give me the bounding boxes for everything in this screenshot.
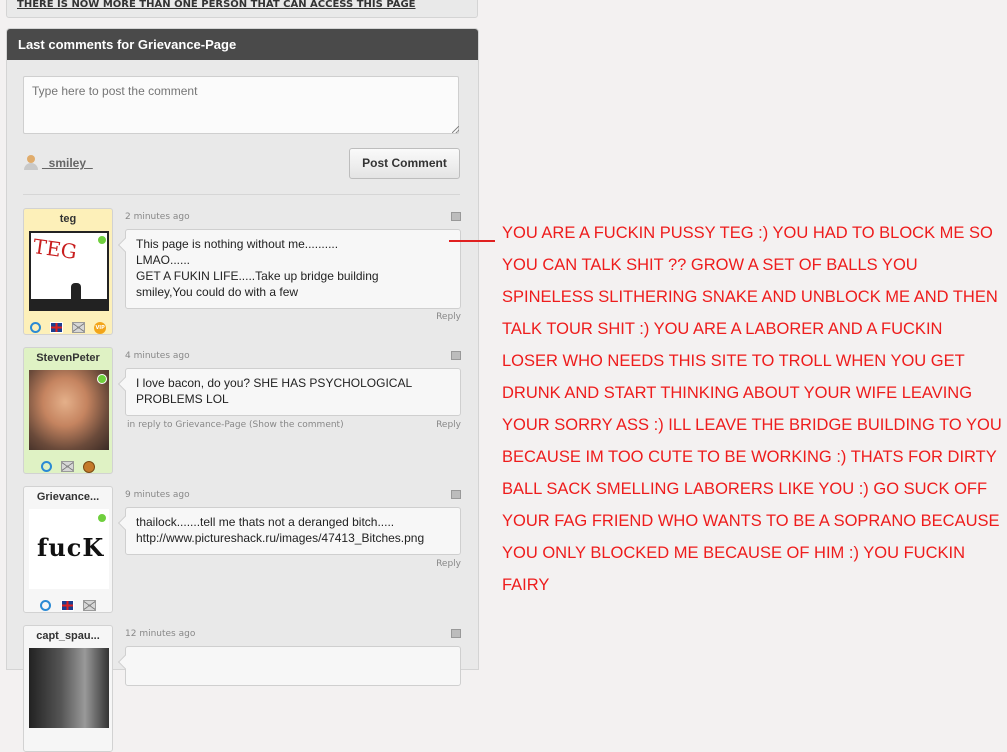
report-icon[interactable] (451, 351, 461, 360)
comment-author[interactable]: capt_spau... (24, 630, 112, 642)
mail-icon[interactable] (72, 322, 86, 333)
report-icon[interactable] (451, 212, 461, 221)
access-notice-bar: THERE IS NOW MORE THAN ONE PERSON THAT C… (6, 0, 478, 18)
comment-text (125, 646, 461, 686)
online-status-icon (97, 374, 107, 384)
annotation-text: YOU ARE A FUCKIN PUSSY TEG :) YOU HAD TO… (502, 224, 1002, 594)
avatar-logo-text: fucK (37, 533, 105, 562)
comments-panel: Last comments for Grievance-Page _smiley… (6, 28, 479, 752)
comment-time: 9 minutes ago (125, 490, 190, 500)
comment-input[interactable] (23, 76, 459, 134)
comment-time: 2 minutes ago (125, 212, 190, 222)
comment-text: thailock.......tell me thats not a deran… (125, 507, 461, 555)
online-status-icon (97, 235, 107, 245)
panel-title: Last comments for Grievance-Page (7, 29, 478, 60)
comment-author[interactable]: Grievance... (24, 491, 112, 503)
avatar-card: teg TEG VIP (23, 208, 113, 335)
reply-link[interactable]: Reply (436, 312, 461, 322)
avatar[interactable] (29, 648, 109, 728)
uk-flag-icon (60, 600, 74, 611)
user-icon (24, 155, 38, 171)
male-icon (29, 322, 41, 333)
avatar-card: StevenPeter (23, 347, 113, 474)
dog-icon (83, 460, 96, 473)
annotation-pointer (449, 240, 495, 242)
current-user-link[interactable]: _smiley_ (42, 156, 93, 170)
badges (24, 456, 112, 473)
mail-icon[interactable] (61, 461, 74, 472)
comment-author[interactable]: teg (24, 213, 112, 225)
badges: VIP (24, 317, 112, 334)
comment-time: 4 minutes ago (125, 351, 190, 361)
avatar-logo-text: TEG (31, 234, 79, 264)
avatar-card: Grievance... fucK (23, 486, 113, 613)
post-comment-button[interactable]: Post Comment (349, 148, 460, 179)
mail-icon[interactable] (82, 600, 96, 611)
male-icon (40, 461, 52, 472)
online-status-icon (97, 513, 107, 523)
report-icon[interactable] (451, 629, 461, 638)
male-icon (40, 600, 52, 611)
uk-flag-icon (49, 322, 63, 333)
comment-text: This page is nothing without me.........… (125, 229, 461, 309)
comment-author[interactable]: StevenPeter (24, 352, 112, 364)
resize-grip-icon[interactable] (452, 126, 459, 133)
vip-icon: VIP (94, 321, 107, 334)
avatar-card: capt_spau... (23, 625, 113, 752)
divider (23, 194, 460, 195)
comment-time: 12 minutes ago (125, 629, 196, 639)
comment-text: I love bacon, do you? SHE HAS PSYCHOLOGI… (125, 368, 461, 416)
in-reply-to-link[interactable]: in reply to Grievance-Page (Show the com… (127, 420, 344, 430)
report-icon[interactable] (451, 490, 461, 499)
reply-link[interactable]: Reply (436, 559, 461, 569)
reply-link[interactable]: Reply (436, 420, 461, 430)
access-notice-link[interactable]: THERE IS NOW MORE THAN ONE PERSON THAT C… (17, 0, 416, 10)
badges (24, 595, 112, 611)
